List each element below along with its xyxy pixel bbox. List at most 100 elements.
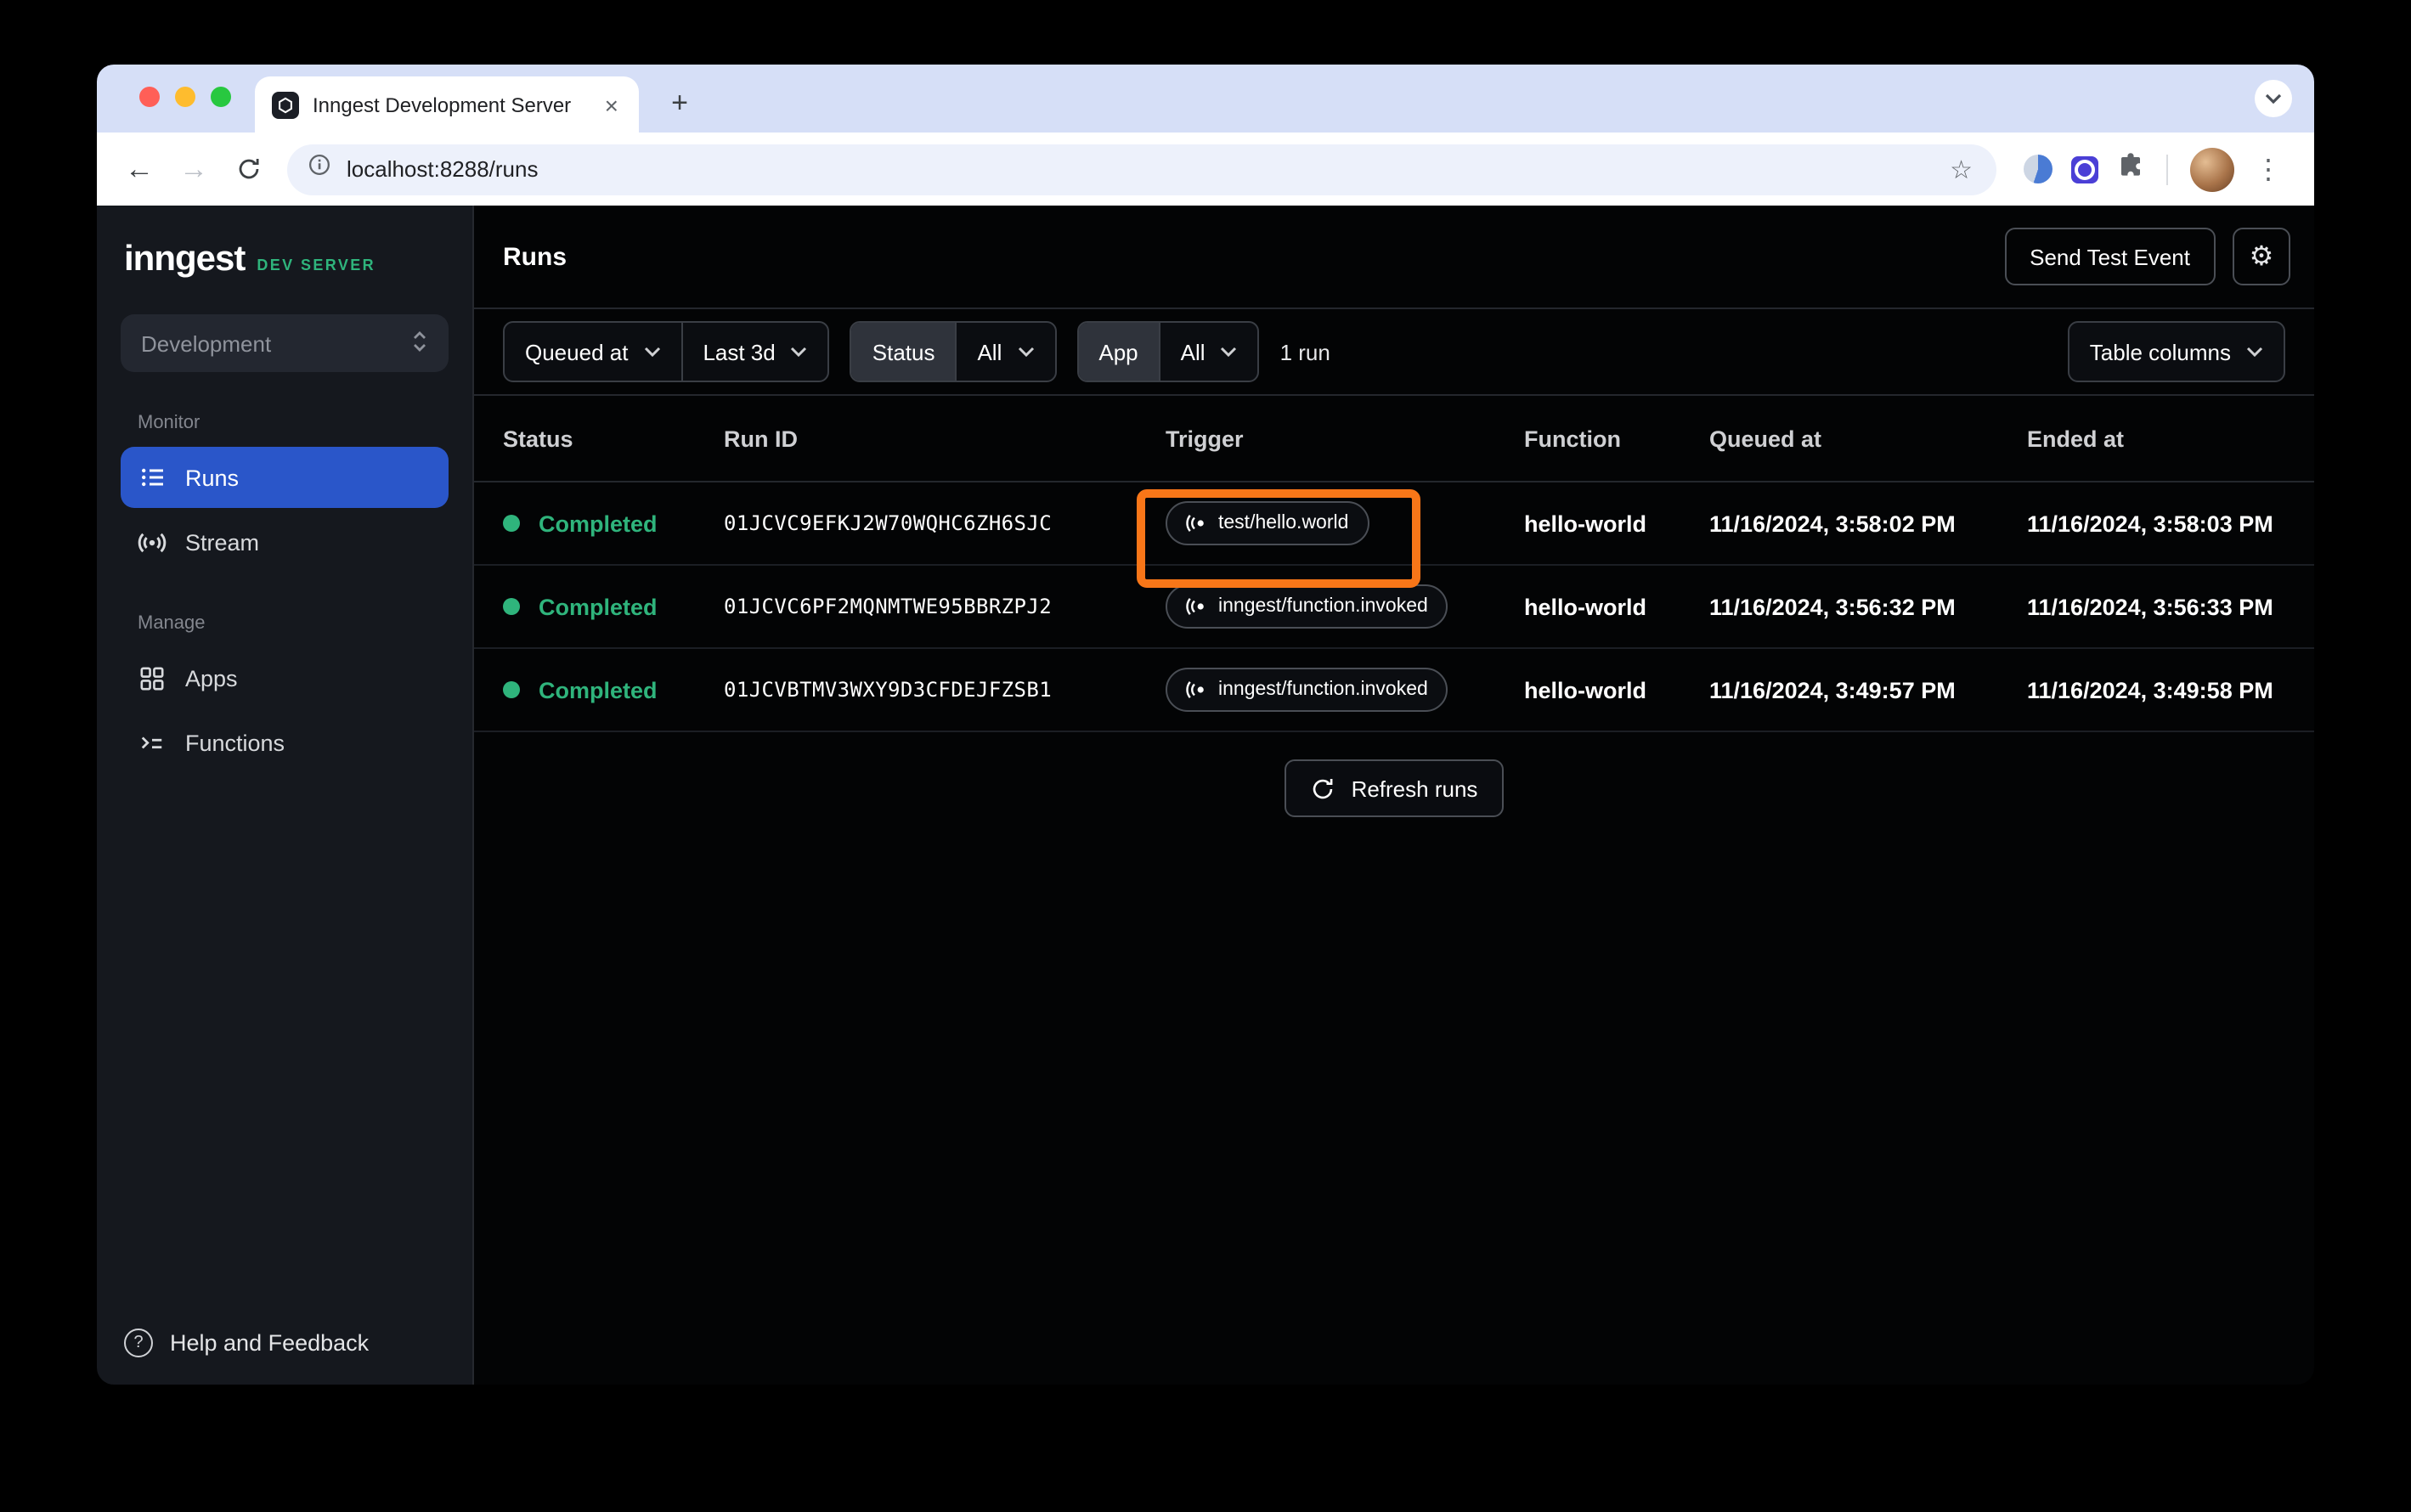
inngest-logo: inngest bbox=[124, 240, 246, 279]
column-header-trigger: Trigger bbox=[1166, 426, 1244, 451]
app-filter-group: App All bbox=[1076, 321, 1260, 382]
header-actions: Send Test Event ⚙ bbox=[2004, 228, 2290, 285]
settings-gear-button[interactable]: ⚙ bbox=[2233, 228, 2290, 285]
function-cell[interactable]: hello-world bbox=[1524, 511, 1709, 536]
reload-button[interactable] bbox=[223, 144, 274, 195]
table-columns-group: Table columns bbox=[2067, 321, 2285, 382]
stream-icon bbox=[138, 528, 167, 556]
tab-search-button[interactable] bbox=[2255, 80, 2292, 117]
url-text[interactable]: localhost:8288/runs bbox=[347, 156, 1931, 182]
status-cell: Completed bbox=[503, 511, 724, 536]
password-extension-icon[interactable] bbox=[2071, 155, 2098, 183]
select-updown-icon bbox=[411, 329, 428, 358]
trigger-cell: inngest/function.invoked bbox=[1166, 668, 1524, 712]
toolbar-divider bbox=[2166, 154, 2168, 184]
logo-row: inngest DEV SERVER bbox=[121, 229, 449, 280]
sidebar-item-functions[interactable]: Functions bbox=[121, 712, 449, 773]
column-header-queued-at: Queued at bbox=[1709, 426, 1822, 451]
refresh-area: Refresh runs bbox=[474, 732, 2314, 817]
browser-toolbar: ← → localhost:8288/runs ☆ ⋮ bbox=[97, 133, 2314, 206]
run-id-cell[interactable]: 01JCVBTMV3WXY9D3CFDEJFZSB1 bbox=[724, 678, 1166, 702]
tab-close-icon[interactable]: × bbox=[601, 93, 622, 116]
event-signal-icon bbox=[1186, 598, 1204, 615]
table-row[interactable]: Completed 01JCVC6PF2MQNMTWE95BBRZPJ2 inn… bbox=[474, 566, 2314, 649]
help-icon: ? bbox=[124, 1329, 153, 1357]
trigger-pill[interactable]: inngest/function.invoked bbox=[1166, 584, 1448, 629]
browser-menu-icon[interactable]: ⋮ bbox=[2253, 152, 2284, 186]
trigger-pill[interactable]: inngest/function.invoked bbox=[1166, 668, 1448, 712]
help-and-feedback[interactable]: ? Help and Feedback bbox=[124, 1329, 369, 1357]
inngest-app: inngest DEV SERVER Development Monitor R… bbox=[97, 206, 2314, 1385]
sidebar-item-runs[interactable]: Runs bbox=[121, 447, 449, 508]
sidebar-item-label: Apps bbox=[185, 665, 238, 691]
column-header-status: Status bbox=[503, 426, 573, 451]
extension-cluster: ⋮ bbox=[2010, 147, 2297, 191]
zoom-window-button[interactable] bbox=[211, 87, 231, 107]
status-filter-group: Status All bbox=[850, 321, 1057, 382]
browser-tab-strip: Inngest Development Server × + bbox=[97, 65, 2314, 133]
sidebar-item-apps[interactable]: Apps bbox=[121, 647, 449, 708]
chevron-down-icon bbox=[1018, 347, 1034, 357]
screenshot-root: Inngest Development Server × + ← → local… bbox=[0, 0, 2411, 1512]
functions-icon bbox=[138, 728, 167, 757]
inngest-favicon-icon bbox=[272, 91, 299, 118]
status-dot-icon bbox=[503, 681, 520, 698]
filter-row: Queued at Last 3d Status All App All 1 r… bbox=[474, 309, 2314, 396]
extensions-puzzle-icon[interactable] bbox=[2117, 151, 2144, 187]
bookmark-star-icon[interactable]: ☆ bbox=[1946, 154, 1976, 184]
monitor-section-label: Monitor bbox=[138, 413, 200, 433]
table-row[interactable]: Completed 01JCVC9EFKJ2W70WQHC6ZH6SJC tes… bbox=[474, 482, 2314, 588]
help-label: Help and Feedback bbox=[170, 1330, 370, 1356]
main-content: Runs Send Test Event ⚙ Queued at Last 3d bbox=[474, 206, 2314, 1385]
ended-at-cell: 11/16/2024, 3:58:03 PM bbox=[2027, 511, 2273, 536]
app-filter-label: App bbox=[1078, 323, 1159, 381]
macos-traffic-lights bbox=[139, 87, 231, 107]
apps-icon bbox=[138, 663, 167, 692]
back-button[interactable]: ← bbox=[114, 144, 165, 195]
site-info-icon[interactable] bbox=[308, 153, 331, 185]
forward-button[interactable]: → bbox=[168, 144, 219, 195]
status-dot-icon bbox=[503, 515, 520, 532]
url-bar[interactable]: localhost:8288/runs ☆ bbox=[287, 144, 1996, 195]
new-tab-button[interactable]: + bbox=[659, 83, 700, 124]
environment-value: Development bbox=[141, 330, 272, 356]
close-window-button[interactable] bbox=[139, 87, 160, 107]
event-signal-icon bbox=[1186, 515, 1204, 532]
table-row[interactable]: Completed 01JCVBTMV3WXY9D3CFDEJFZSB1 inn… bbox=[474, 649, 2314, 732]
column-header-run-id: Run ID bbox=[724, 426, 798, 451]
refresh-icon bbox=[1313, 778, 1333, 798]
status-filter-button[interactable]: All bbox=[955, 323, 1054, 381]
run-id-cell[interactable]: 01JCVC9EFKJ2W70WQHC6ZH6SJC bbox=[724, 511, 1166, 535]
sidebar: inngest DEV SERVER Development Monitor R… bbox=[97, 206, 474, 1385]
queued-at-filter-button[interactable]: Queued at bbox=[505, 323, 680, 381]
chevron-down-icon bbox=[2246, 347, 2263, 357]
time-filter-group: Queued at Last 3d bbox=[503, 321, 830, 382]
runs-icon bbox=[138, 463, 167, 492]
run-id-cell[interactable]: 01JCVC6PF2MQNMTWE95BBRZPJ2 bbox=[724, 595, 1166, 618]
minimize-window-button[interactable] bbox=[175, 87, 195, 107]
refresh-runs-button[interactable]: Refresh runs bbox=[1285, 759, 1504, 817]
time-range-filter-button[interactable]: Last 3d bbox=[680, 323, 827, 381]
function-cell[interactable]: hello-world bbox=[1524, 677, 1709, 702]
send-test-event-button[interactable]: Send Test Event bbox=[2004, 228, 2216, 285]
status-filter-label: Status bbox=[851, 323, 956, 381]
queued-at-cell: 11/16/2024, 3:56:32 PM bbox=[1709, 594, 1956, 619]
table-columns-button[interactable]: Table columns bbox=[2069, 323, 2284, 381]
privacy-extension-icon[interactable] bbox=[2024, 155, 2052, 183]
app-filter-button[interactable]: All bbox=[1158, 323, 1258, 381]
column-header-function: Function bbox=[1524, 426, 1621, 451]
trigger-pill[interactable]: test/hello.world bbox=[1166, 501, 1369, 545]
queued-at-cell: 11/16/2024, 3:49:57 PM bbox=[1709, 677, 1956, 702]
ended-at-cell: 11/16/2024, 3:49:58 PM bbox=[2027, 677, 2273, 702]
chevron-down-icon bbox=[644, 347, 660, 357]
profile-avatar[interactable] bbox=[2190, 147, 2234, 191]
sidebar-item-label: Functions bbox=[185, 730, 285, 755]
browser-tab[interactable]: Inngest Development Server × bbox=[255, 76, 639, 133]
status-dot-icon bbox=[503, 598, 520, 615]
page-header: Runs Send Test Event ⚙ bbox=[474, 206, 2314, 309]
environment-select[interactable]: Development bbox=[121, 314, 449, 372]
manage-section-label: Manage bbox=[138, 613, 206, 634]
sidebar-item-stream[interactable]: Stream bbox=[121, 511, 449, 573]
chevron-down-icon bbox=[1221, 347, 1237, 357]
function-cell[interactable]: hello-world bbox=[1524, 594, 1709, 619]
